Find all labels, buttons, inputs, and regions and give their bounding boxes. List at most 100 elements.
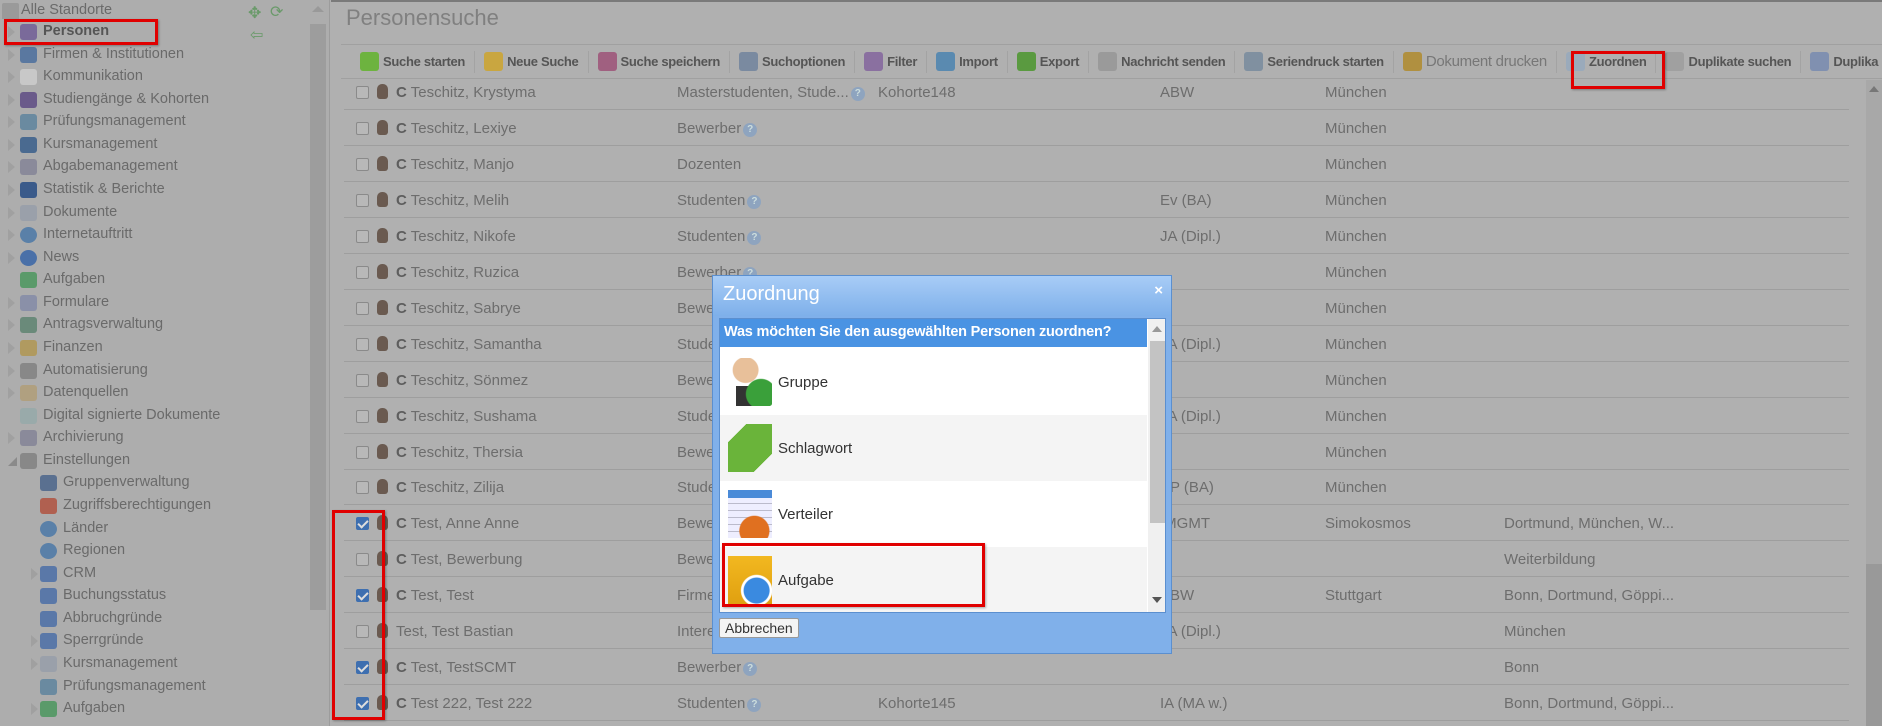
sidebar-item[interactable]: Formulare bbox=[0, 292, 305, 314]
toolbar-button-suche-starten[interactable]: Suche starten bbox=[351, 50, 476, 73]
close-icon[interactable]: × bbox=[1154, 282, 1163, 299]
sidebar-item[interactable]: Internetauftritt bbox=[0, 224, 305, 246]
sidebar-item[interactable]: Antragsverwaltung bbox=[0, 314, 305, 336]
person-name[interactable]: Test, Test Bastian bbox=[396, 623, 513, 640]
table-row[interactable]: C Test, TestSCMT Bewerber? Bonn bbox=[344, 649, 1849, 686]
sidebar-scrollbar-thumb[interactable] bbox=[310, 24, 326, 610]
expand-arrow-icon[interactable] bbox=[8, 364, 15, 377]
expand-arrow-icon[interactable] bbox=[8, 341, 15, 354]
info-icon[interactable]: ? bbox=[850, 87, 865, 101]
row-checkbox[interactable] bbox=[356, 337, 369, 351]
table-row[interactable]: C Teschitz, Lexiye Bewerber? München bbox=[344, 110, 1849, 146]
expand-arrow-icon[interactable] bbox=[8, 71, 15, 84]
info-icon[interactable]: ? bbox=[747, 230, 762, 245]
scroll-up-icon[interactable] bbox=[1869, 86, 1879, 92]
person-name[interactable]: C Teschitz, Sushama bbox=[396, 408, 537, 425]
sidebar-item[interactable]: News bbox=[0, 247, 305, 269]
row-checkbox[interactable] bbox=[356, 193, 369, 207]
person-name[interactable]: C Test, TestSCMT bbox=[396, 659, 516, 676]
sidebar-item[interactable]: Studiengänge & Kohorten bbox=[0, 89, 305, 111]
dialog-scrollbar-thumb[interactable] bbox=[1150, 341, 1165, 523]
table-row[interactable]: C Teschitz, Nikofe Studenten? JA (Dipl.) Mü… bbox=[344, 218, 1849, 254]
sidebar-item[interactable]: Abbruchgründe bbox=[0, 608, 305, 630]
sidebar-item[interactable]: CRM bbox=[0, 563, 305, 585]
scroll-up-icon[interactable] bbox=[1152, 326, 1162, 332]
sidebar-item[interactable]: Aufgaben bbox=[0, 269, 305, 291]
toolbar-button-neue-suche[interactable]: Neue Suche bbox=[475, 50, 589, 73]
row-checkbox[interactable] bbox=[356, 409, 369, 423]
cancel-button[interactable]: Abbrechen bbox=[719, 618, 799, 638]
sidebar-item[interactable]: Aufgaben bbox=[0, 698, 305, 720]
row-checkbox[interactable] bbox=[356, 157, 369, 171]
row-checkbox[interactable] bbox=[356, 265, 369, 279]
refresh-icon[interactable]: ⟳ bbox=[270, 5, 283, 21]
toolbar-button-export[interactable]: Export bbox=[1008, 50, 1090, 73]
row-checkbox[interactable] bbox=[356, 481, 369, 495]
row-checkbox[interactable] bbox=[356, 121, 369, 135]
expand-arrow-icon[interactable] bbox=[8, 116, 15, 129]
person-name[interactable]: C Test, Test bbox=[396, 587, 474, 604]
person-name[interactable]: C Test 222, Test 222 bbox=[396, 695, 532, 712]
collapse-all-icon[interactable]: ✥ bbox=[248, 6, 261, 22]
sidebar-item[interactable]: Gruppenverwaltung bbox=[0, 472, 305, 494]
sidebar-item[interactable]: Automatisierung bbox=[0, 360, 305, 382]
sidebar-item[interactable]: Sperrgründe bbox=[0, 630, 305, 652]
info-icon[interactable]: ? bbox=[747, 194, 762, 209]
person-name[interactable]: C Teschitz, Manjo bbox=[396, 156, 514, 173]
expand-arrow-icon[interactable] bbox=[8, 161, 15, 174]
person-name[interactable]: C Teschitz, Zilija bbox=[396, 479, 504, 496]
sidebar-item[interactable]: Statistik & Berichte bbox=[0, 179, 305, 201]
assign-option-verteiler[interactable]: Verteiler bbox=[720, 481, 1147, 547]
expanded-arrow-icon[interactable] bbox=[8, 456, 17, 466]
assign-option-schlagwort[interactable]: Schlagwort bbox=[720, 415, 1147, 481]
row-checkbox[interactable] bbox=[356, 301, 369, 315]
person-name[interactable]: C Teschitz, Thersia bbox=[396, 444, 523, 461]
person-name[interactable]: C Teschitz, Melih bbox=[396, 192, 509, 209]
person-name[interactable]: C Teschitz, Krystyma bbox=[396, 84, 536, 101]
toolbar-button-duplikate-suchen[interactable]: Duplikate suchen bbox=[1656, 50, 1802, 73]
expand-arrow-icon[interactable] bbox=[8, 387, 15, 400]
sidebar-item[interactable]: Digital signierte Dokumente bbox=[0, 405, 305, 427]
sidebar-item[interactable]: Regionen bbox=[0, 540, 305, 562]
toolbar-button-filter[interactable]: Filter bbox=[855, 50, 928, 73]
toolbar-button-duplika[interactable]: Duplika bbox=[1801, 51, 1882, 73]
expand-arrow-icon[interactable] bbox=[31, 703, 38, 716]
row-checkbox[interactable] bbox=[356, 86, 369, 99]
row-checkbox[interactable] bbox=[356, 445, 369, 459]
person-name[interactable]: C Teschitz, Sabrye bbox=[396, 300, 521, 317]
expand-arrow-icon[interactable] bbox=[8, 93, 15, 106]
toolbar-button-suchoptionen[interactable]: Suchoptionen bbox=[730, 50, 856, 73]
sidebar-item[interactable]: Dokumente bbox=[0, 202, 305, 224]
person-name[interactable]: C Teschitz, Samantha bbox=[396, 336, 542, 353]
sidebar-item[interactable]: Kursmanagement bbox=[0, 653, 305, 675]
expand-arrow-icon[interactable] bbox=[8, 48, 15, 61]
toolbar-button-suche-speichern[interactable]: Suche speichern bbox=[589, 50, 731, 73]
results-scrollbar-thumb[interactable] bbox=[1866, 564, 1882, 726]
person-name[interactable]: C Teschitz, Lexiye bbox=[396, 120, 517, 137]
info-icon[interactable]: ? bbox=[743, 662, 758, 677]
sidebar-item[interactable]: Kursmanagement bbox=[0, 134, 305, 156]
assign-option-gruppe[interactable]: Gruppe bbox=[720, 349, 1147, 415]
sidebar-item[interactable]: Buchungsstatus bbox=[0, 585, 305, 607]
sidebar-item[interactable]: Archivierung bbox=[0, 427, 305, 449]
info-icon[interactable]: ? bbox=[747, 698, 762, 713]
expand-arrow-icon[interactable] bbox=[31, 635, 38, 648]
table-row[interactable]: C Teschitz, Melih Studenten? Ev (BA) Münche… bbox=[344, 182, 1849, 218]
sidebar-item[interactable]: Prüfungsmanagement bbox=[0, 111, 305, 133]
expand-arrow-icon[interactable] bbox=[8, 138, 15, 151]
sidebar-item[interactable]: Einstellungen bbox=[0, 450, 305, 472]
table-row[interactable]: C Test 222, Test 222 Studenten? Kohorte145… bbox=[344, 685, 1849, 722]
expand-arrow-icon[interactable] bbox=[8, 319, 15, 332]
sidebar-item[interactable]: Abgabemanagement bbox=[0, 156, 305, 178]
sidebar-item[interactable]: Finanzen bbox=[0, 337, 305, 359]
expand-arrow-icon[interactable] bbox=[8, 229, 15, 242]
expand-arrow-icon[interactable] bbox=[8, 206, 15, 219]
scroll-up-icon[interactable] bbox=[312, 6, 324, 12]
person-name[interactable]: C Test, Bewerbung bbox=[396, 551, 522, 568]
toolbar-button-dokument-drucken[interactable]: Dokument drucken bbox=[1394, 50, 1557, 73]
toolbar-button-nachricht-senden[interactable]: Nachricht senden bbox=[1089, 50, 1236, 73]
sidebar-item[interactable]: Zugriffsberechtigungen bbox=[0, 495, 305, 517]
expand-arrow-icon[interactable] bbox=[8, 432, 15, 445]
sidebar-item[interactable]: Prüfungsmanagement bbox=[0, 676, 305, 698]
info-icon[interactable]: ? bbox=[743, 122, 758, 137]
